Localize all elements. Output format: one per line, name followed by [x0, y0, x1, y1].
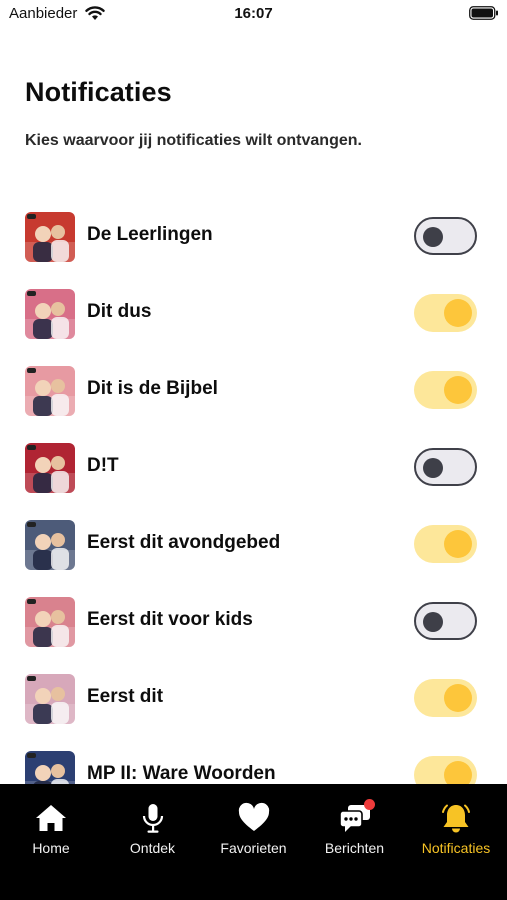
list-item: Dit dus: [0, 275, 507, 352]
channel-thumbnail: [25, 751, 75, 784]
tab-bar: Home Ontdek Favorieten Berichten Notific…: [0, 784, 507, 900]
tab-favorieten-label: Favorieten: [220, 840, 287, 856]
channel-thumbnail: [25, 366, 75, 416]
home-icon: [34, 802, 68, 834]
list-item: De Leerlingen: [0, 198, 507, 275]
status-bar: Aanbieder 16:07: [0, 0, 507, 30]
tab-ontdek[interactable]: Ontdek: [102, 784, 203, 900]
notification-list[interactable]: De Leerlingen Dit dus Dit is de Bijbel D!T E…: [0, 198, 507, 784]
channel-name: MP II: Ware Woorden: [87, 763, 276, 784]
list-item: Eerst dit: [0, 660, 507, 737]
list-item: MP II: Ware Woorden: [0, 737, 507, 784]
tab-ontdek-label: Ontdek: [129, 840, 176, 856]
notification-toggle[interactable]: [414, 679, 477, 717]
list-item: Eerst dit voor kids: [0, 583, 507, 660]
status-time: 16:07: [234, 5, 273, 22]
page-subtitle: Kies waarvoor jij notificaties wilt ontv…: [25, 132, 362, 149]
notification-toggle[interactable]: [414, 525, 477, 563]
channel-name: Eerst dit: [87, 686, 164, 707]
channel-name: De Leerlingen: [87, 224, 213, 245]
toggle-knob: [444, 299, 472, 327]
channel-name: Eerst dit voor kids: [87, 609, 253, 630]
list-item: D!T: [0, 429, 507, 506]
toggle-knob: [444, 761, 472, 784]
notification-toggle[interactable]: [414, 448, 477, 486]
notification-toggle[interactable]: [414, 294, 477, 332]
list-item: Dit is de Bijbel: [0, 352, 507, 429]
toggle-knob: [444, 530, 472, 558]
toggle-knob: [444, 684, 472, 712]
unread-badge: [363, 799, 375, 810]
tab-berichten[interactable]: Berichten: [304, 784, 405, 900]
channel-thumbnail: [25, 597, 75, 647]
page-title: Notificaties: [25, 77, 172, 107]
channel-thumbnail: [25, 289, 75, 339]
list-item: Eerst dit avondgebed: [0, 506, 507, 583]
notification-toggle[interactable]: [414, 217, 477, 255]
channel-name: Dit is de Bijbel: [87, 378, 218, 399]
channel-thumbnail: [25, 212, 75, 262]
channel-name: Dit dus: [87, 301, 152, 322]
toggle-knob: [444, 376, 472, 404]
microphone-icon: [136, 802, 170, 834]
channel-thumbnail: [25, 674, 75, 724]
channel-thumbnail: [25, 520, 75, 570]
messages-icon: [338, 799, 375, 834]
tab-berichten-label: Berichten: [324, 840, 385, 856]
tab-home-label: Home: [32, 840, 70, 856]
bell-icon: [439, 802, 473, 834]
heart-icon: [237, 802, 271, 834]
tab-notificaties-label: Notificaties: [421, 840, 491, 856]
channel-name: D!T: [87, 455, 119, 476]
tab-favorieten[interactable]: Favorieten: [203, 784, 304, 900]
notification-toggle[interactable]: [414, 602, 477, 640]
channel-thumbnail: [25, 443, 75, 493]
toggle-knob: [423, 458, 443, 478]
notification-toggle[interactable]: [414, 371, 477, 409]
tab-notificaties[interactable]: Notificaties: [405, 784, 507, 900]
toggle-knob: [423, 612, 443, 632]
toggle-knob: [423, 227, 443, 247]
battery-icon: [469, 6, 499, 20]
tab-home[interactable]: Home: [0, 784, 102, 900]
notification-toggle[interactable]: [414, 756, 477, 784]
channel-name: Eerst dit avondgebed: [87, 532, 281, 553]
